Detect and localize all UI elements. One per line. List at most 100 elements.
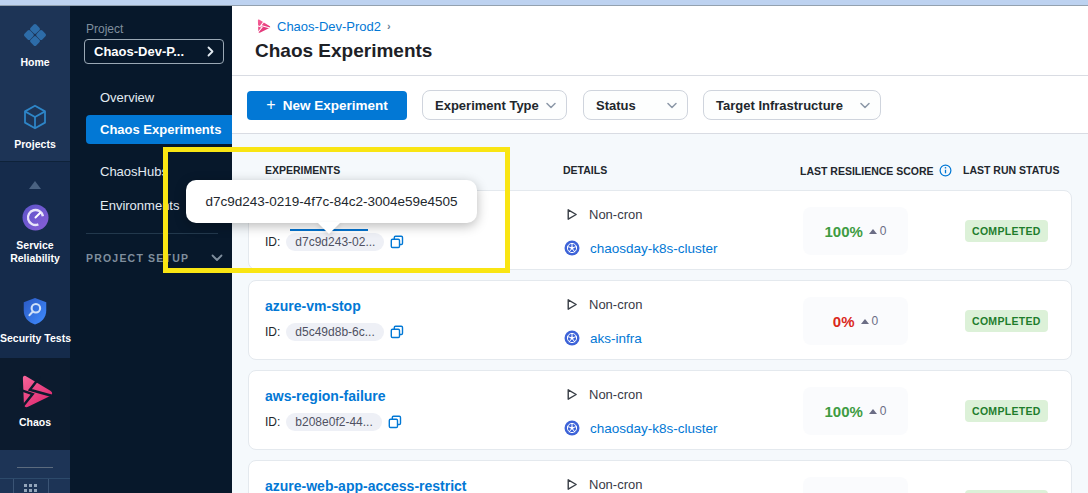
rail-label-chaos: Chaos	[0, 416, 70, 429]
status-filter-label: Status	[596, 98, 636, 113]
resilience-score-box: 0% 0	[803, 297, 908, 345]
cron-type: Non-cron	[589, 297, 642, 312]
rail-item-chaos[interactable]: Chaos	[0, 372, 70, 429]
tooltip: d7c9d243-0219-4f7c-84c2-3004e59e4505	[186, 180, 477, 223]
project-label: Project	[86, 22, 123, 36]
experiment-name-link[interactable]: aws-region-failure	[265, 388, 386, 404]
cron-type: Non-cron	[589, 477, 642, 492]
resilience-score-box: 100% 0	[803, 387, 908, 435]
triangle-up-icon	[869, 409, 877, 414]
play-icon	[564, 297, 579, 312]
cron-info: Non-cron	[564, 387, 642, 402]
rail-item-projects[interactable]: Projects	[0, 102, 70, 151]
apps-grid-icon[interactable]	[24, 483, 37, 493]
plus-icon: +	[266, 96, 275, 114]
info-icon[interactable]	[939, 164, 952, 177]
sidenav-item-label: Chaos Experiments	[100, 122, 221, 137]
experiment-name-link[interactable]: azure-web-app-access-restrict	[265, 478, 467, 493]
sidenav-item-chaoshubs[interactable]: ChaosHubs	[100, 164, 168, 179]
tooltip-caret	[317, 222, 341, 234]
infrastructure-link[interactable]: chaosday-k8s-cluster	[590, 421, 718, 436]
rail-item-service-reliability[interactable]: ServiceReliability	[0, 202, 70, 265]
rail-footer-divider-right	[48, 479, 49, 493]
cron-info: Non-cron	[564, 297, 642, 312]
experiment-row[interactable]: azure-vm-stop ID: d5c49d8b-6c... Non-cro…	[248, 280, 1072, 360]
score-delta: 0	[869, 224, 887, 238]
infrastructure-info: aks-infra	[564, 330, 642, 346]
experiment-id-row: ID: b208e0f2-44...	[265, 413, 402, 431]
rail-label-home: Home	[0, 56, 70, 69]
scroll-up-icon[interactable]	[29, 181, 41, 189]
column-header-details: DETAILS	[563, 164, 607, 176]
infrastructure-link[interactable]: aks-infra	[590, 331, 642, 346]
experiment-id-row: ID: d5c49d8b-6c...	[265, 323, 404, 341]
rail-item-home[interactable]: Home	[0, 20, 70, 69]
breadcrumb: Chaos-Dev-Prod2 ›	[255, 18, 391, 34]
kubernetes-icon	[564, 240, 580, 256]
triangle-up-icon	[861, 319, 869, 324]
status-badge: COMPLETED	[965, 310, 1048, 332]
security-tests-icon	[20, 312, 50, 329]
experiment-row[interactable]: azure-web-app-access-restrict ID: Non-cr…	[248, 460, 1072, 493]
chaos-module-icon	[255, 18, 271, 34]
copy-icon[interactable]	[388, 415, 402, 429]
kubernetes-icon	[564, 330, 580, 346]
cron-type: Non-cron	[589, 207, 642, 222]
chaos-icon	[16, 396, 54, 413]
new-experiment-button[interactable]: + New Experiment	[247, 91, 407, 120]
chevron-down-icon	[667, 102, 677, 109]
project-selector[interactable]: Chaos-Dev-P...	[84, 39, 224, 64]
module-rail: Home Projects ServiceReliability Securit…	[0, 6, 70, 493]
page-title: Chaos Experiments	[255, 40, 432, 62]
breadcrumb-separator: ›	[387, 20, 391, 32]
kubernetes-icon	[564, 420, 580, 436]
score-delta: 0	[861, 314, 879, 328]
resilience-score-value: 100%	[824, 223, 862, 240]
new-experiment-label: New Experiment	[283, 98, 388, 113]
triangle-up-icon	[869, 229, 877, 234]
experiment-row[interactable]: aws-region-failure ID: b208e0f2-44... No…	[248, 370, 1072, 450]
status-badge: COMPLETED	[965, 400, 1048, 422]
chevron-down-icon	[546, 102, 556, 109]
infrastructure-info: chaosday-k8s-cluster	[564, 420, 718, 436]
target-infrastructure-filter[interactable]: Target Infrastructure	[703, 90, 881, 120]
cron-type: Non-cron	[589, 387, 642, 402]
rail-footer-divider-left	[13, 479, 14, 493]
rail-label-projects: Projects	[0, 138, 70, 151]
sidenav-item-chaos-experiments[interactable]: Chaos Experiments	[86, 115, 232, 144]
breadcrumb-project-link[interactable]: Chaos-Dev-Prod2	[277, 19, 381, 34]
cron-info: Non-cron	[564, 477, 642, 492]
target-infrastructure-label: Target Infrastructure	[716, 98, 843, 113]
project-selector-value: Chaos-Dev-P...	[94, 44, 207, 59]
home-icon	[20, 36, 50, 53]
column-header-status: LAST RUN STATUS	[963, 164, 1059, 176]
resilience-score-value: 0%	[833, 313, 855, 330]
score-delta-value: 0	[880, 224, 887, 238]
projects-icon	[20, 118, 50, 135]
experiment-id-pill: d5c49d8b-6c...	[286, 323, 383, 341]
rail-divider	[17, 467, 53, 468]
chevron-right-icon	[207, 46, 214, 57]
play-icon	[564, 207, 579, 222]
id-label: ID:	[265, 415, 280, 429]
rail-item-security-tests[interactable]: Security Tests	[0, 296, 70, 345]
experiment-type-filter[interactable]: Experiment Type	[422, 90, 567, 120]
infrastructure-link[interactable]: chaosday-k8s-cluster	[590, 241, 718, 256]
cron-info: Non-cron	[564, 207, 642, 222]
score-delta-value: 0	[872, 314, 879, 328]
play-icon	[564, 387, 579, 402]
copy-icon[interactable]	[390, 325, 404, 339]
score-delta-value: 0	[880, 404, 887, 418]
tooltip-text: d7c9d243-0219-4f7c-84c2-3004e59e4505	[205, 194, 457, 209]
experiment-type-label: Experiment Type	[435, 98, 539, 113]
infrastructure-info: chaosday-k8s-cluster	[564, 240, 718, 256]
resilience-score-value: 100%	[824, 403, 862, 420]
experiment-name-link[interactable]: azure-vm-stop	[265, 298, 361, 314]
experiment-id-pill: b208e0f2-44...	[286, 413, 381, 431]
status-filter[interactable]: Status	[583, 90, 688, 120]
score-delta: 0	[869, 404, 887, 418]
top-accent-bar	[0, 0, 1088, 6]
service-reliability-icon	[20, 219, 51, 236]
column-header-score: LAST RESILIENCE SCORE	[800, 164, 952, 177]
sidenav-item-overview[interactable]: Overview	[100, 90, 154, 105]
